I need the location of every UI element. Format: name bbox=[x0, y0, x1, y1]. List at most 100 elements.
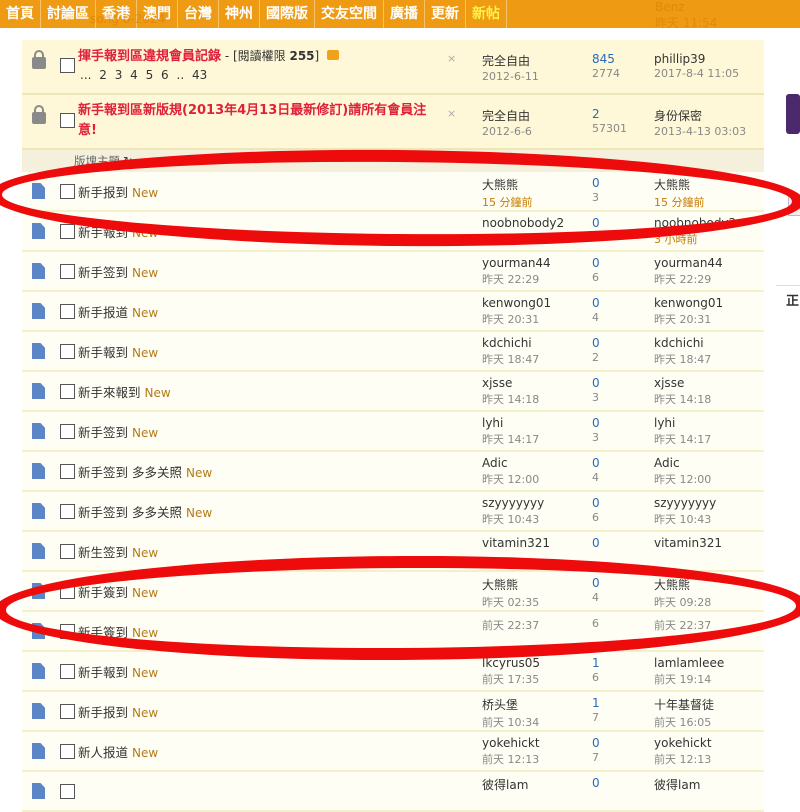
thread-row[interactable]: 新手來報到 New xjsse 昨天 14:18 0 3 xjsse 昨天 14:18 bbox=[22, 372, 764, 412]
thread-author[interactable]: szyyyyyyy 昨天 10:43 bbox=[482, 496, 544, 527]
thread-checkbox[interactable] bbox=[60, 664, 75, 679]
last-post[interactable]: lyhi 昨天 14:17 bbox=[654, 416, 711, 447]
thread-checkbox[interactable] bbox=[60, 744, 75, 759]
last-post[interactable]: phillip39 2017-8-4 11:05 bbox=[654, 52, 739, 80]
thread-author[interactable]: lyhi 昨天 14:17 bbox=[482, 416, 539, 447]
thread-title[interactable]: 新手签到 多多关照 New bbox=[78, 462, 212, 481]
last-post[interactable]: noobnobody2 3 小時前 bbox=[654, 216, 736, 247]
thread-checkbox[interactable] bbox=[60, 224, 75, 239]
nav-taiwan[interactable]: 台灣 bbox=[178, 0, 219, 28]
thread-title[interactable]: 新手報到區新版規(2013年4月13日最新修訂)請所有會員注意! bbox=[78, 101, 438, 141]
thread-title[interactable]: 新人报道 New bbox=[78, 742, 158, 761]
thread-title[interactable]: 新手签到 New bbox=[78, 422, 158, 441]
thread-checkbox[interactable] bbox=[60, 784, 75, 799]
last-post[interactable]: szyyyyyyy 昨天 10:43 bbox=[654, 496, 716, 527]
thread-title[interactable]: 新手報到 New bbox=[78, 222, 158, 241]
nav-international[interactable]: 國際版 bbox=[260, 0, 315, 28]
thread-row[interactable]: 新手报到 New 大熊熊 15 分鐘前 0 3 大熊熊 15 分鐘前 bbox=[22, 172, 764, 212]
thread-author[interactable]: vitamin321 bbox=[482, 536, 550, 551]
thread-checkbox[interactable] bbox=[60, 544, 75, 559]
thread-author[interactable]: 完全自由 2012-6-11 bbox=[482, 52, 539, 83]
nav-china[interactable]: 神州 bbox=[219, 0, 260, 28]
nav-home[interactable]: 首頁 bbox=[0, 0, 41, 28]
thread-row[interactable]: 新手签到 New yourman44 昨天 22:29 0 6 yourman44 昨天 22… bbox=[22, 252, 764, 292]
last-post[interactable]: 身份保密 2013-4-13 03:03 bbox=[654, 107, 746, 138]
thread-row[interactable]: 新人报道 New yokehickt 前天 12:13 0 7 yokehickt 前天 12… bbox=[22, 732, 764, 772]
last-post[interactable]: Adic 昨天 12:00 bbox=[654, 456, 711, 487]
sticky-thread[interactable]: 新手報到區新版規(2013年4月13日最新修訂)請所有會員注意! × 完全自由 2… bbox=[22, 95, 764, 150]
sticky-thread[interactable]: 揮手報到區違規會員記錄 - [閱讀權限 255] ... 2 3 4 5 6 .… bbox=[22, 40, 764, 95]
thread-author[interactable]: noobnobody2 3 小時前 bbox=[482, 216, 564, 247]
thread-checkbox[interactable] bbox=[60, 464, 75, 479]
last-post[interactable]: kenwong01 昨天 20:31 bbox=[654, 296, 723, 327]
thread-title[interactable]: 新手签到 New bbox=[78, 262, 158, 281]
thread-checkbox[interactable] bbox=[60, 424, 75, 439]
last-post[interactable]: 前天 22:37 bbox=[654, 616, 711, 633]
thread-author[interactable]: 完全自由 2012-6-6 bbox=[482, 107, 532, 138]
thread-title[interactable]: 新手报到 New bbox=[78, 182, 158, 201]
thread-author[interactable]: yokehickt 前天 12:13 bbox=[482, 736, 540, 767]
thread-author[interactable]: 大熊熊 15 分鐘前 bbox=[482, 176, 533, 210]
thread-row[interactable]: 新手簽到 New 大熊熊 昨天 02:35 0 4 大熊熊 昨天 09:28 bbox=[22, 572, 764, 612]
thread-author[interactable]: 桥头堡 前天 10:34 bbox=[482, 696, 539, 730]
last-post[interactable]: vitamin321 bbox=[654, 536, 722, 551]
thread-author[interactable]: yourman44 昨天 22:29 bbox=[482, 256, 551, 287]
thread-checkbox[interactable] bbox=[60, 113, 75, 128]
thread-author[interactable]: xjsse 昨天 14:18 bbox=[482, 376, 539, 407]
thread-title[interactable]: 揮手報到區違規會員記錄 - [閱讀權限 255] bbox=[78, 46, 438, 67]
thread-author[interactable]: 彼得lam bbox=[482, 776, 528, 794]
last-post[interactable]: 大熊熊 昨天 09:28 bbox=[654, 576, 711, 610]
thread-checkbox[interactable] bbox=[60, 264, 75, 279]
thread-title[interactable]: 新手簽到 New bbox=[78, 582, 158, 601]
close-icon[interactable]: × bbox=[447, 107, 456, 120]
nav-updates[interactable]: 更新 bbox=[425, 0, 466, 28]
thread-author[interactable]: Adic 昨天 12:00 bbox=[482, 456, 539, 487]
thread-checkbox[interactable] bbox=[60, 704, 75, 719]
last-post[interactable]: 十年基督徒 前天 16:05 bbox=[654, 696, 714, 730]
last-post[interactable]: xjsse 昨天 14:18 bbox=[654, 376, 711, 407]
thread-checkbox[interactable] bbox=[60, 584, 75, 599]
thread-row[interactable]: 新手签到 New lyhi 昨天 14:17 0 3 lyhi 昨天 14:17 bbox=[22, 412, 764, 452]
thread-title[interactable]: 新手报道 New bbox=[78, 302, 158, 321]
thread-title[interactable]: 新手報到 New bbox=[78, 662, 158, 681]
thread-row[interactable]: 彼得lam 0 彼得lam bbox=[22, 772, 764, 812]
side-banner[interactable] bbox=[786, 94, 800, 134]
thread-author[interactable]: kenwong01 昨天 20:31 bbox=[482, 296, 551, 327]
thread-author[interactable]: lkcyrus05 前天 17:35 bbox=[482, 656, 540, 687]
thread-row[interactable]: 新手報到 New noobnobody2 3 小時前 0 3 noobnobody2 3 小時… bbox=[22, 212, 764, 252]
thread-title[interactable]: 新手报到 New bbox=[78, 702, 158, 721]
thread-title[interactable]: 新手簽到 New bbox=[78, 622, 158, 641]
last-post[interactable]: kdchichi 昨天 18:47 bbox=[654, 336, 711, 367]
close-icon[interactable]: × bbox=[447, 52, 456, 65]
side-widget[interactable] bbox=[788, 196, 800, 216]
thread-title[interactable]: 新手報到 New bbox=[78, 342, 158, 361]
thread-title[interactable]: 新手签到 多多关照 New bbox=[78, 502, 212, 521]
thread-row[interactable]: 新手簽到 New 前天 22:37 6 前天 22:37 bbox=[22, 612, 764, 652]
thread-row[interactable]: 新手报道 New kenwong01 昨天 20:31 0 4 kenwong01 昨天 20… bbox=[22, 292, 764, 332]
thread-checkbox[interactable] bbox=[60, 344, 75, 359]
thread-row[interactable]: 新手签到 多多关照 New Adic 昨天 12:00 0 4 Adic 昨天 12:00 bbox=[22, 452, 764, 492]
thread-row[interactable]: 新手報到 New lkcyrus05 前天 17:35 1 6 lamlamleee 前天 1… bbox=[22, 652, 764, 692]
thread-row[interactable]: 新手報到 New kdchichi 昨天 18:47 0 2 kdchichi 昨天 18:4… bbox=[22, 332, 764, 372]
thread-author[interactable]: 前天 22:37 bbox=[482, 616, 539, 633]
thread-row[interactable]: 新手签到 多多关照 New szyyyyyyy 昨天 10:43 0 6 szyyyyyyy… bbox=[22, 492, 764, 532]
thread-row[interactable]: 新手报到 New 桥头堡 前天 10:34 1 7 十年基督徒 前天 16:05 bbox=[22, 692, 764, 732]
thread-author[interactable]: kdchichi 昨天 18:47 bbox=[482, 336, 539, 367]
nav-forum[interactable]: 討論區 bbox=[41, 0, 96, 28]
thread-title[interactable]: 新手來報到 New bbox=[78, 382, 171, 401]
last-post[interactable]: yokehickt 前天 12:13 bbox=[654, 736, 712, 767]
last-post[interactable]: lamlamleee 前天 19:14 bbox=[654, 656, 724, 687]
thread-checkbox[interactable] bbox=[60, 504, 75, 519]
thread-checkbox[interactable] bbox=[60, 624, 75, 639]
thread-row[interactable]: 新生签到 New vitamin321 0 vitamin321 bbox=[22, 532, 764, 572]
thread-checkbox[interactable] bbox=[60, 304, 75, 319]
thread-author[interactable]: 大熊熊 昨天 02:35 bbox=[482, 576, 539, 610]
nav-new-posts[interactable]: 新帖 bbox=[466, 0, 507, 28]
thread-title[interactable]: 新生签到 New bbox=[78, 542, 158, 561]
refresh-icon[interactable]: ↻ bbox=[123, 154, 133, 168]
nav-social[interactable]: 交友空間 bbox=[315, 0, 384, 28]
last-post[interactable]: yourman44 昨天 22:29 bbox=[654, 256, 723, 287]
last-post[interactable]: 彼得lam bbox=[654, 776, 700, 794]
last-post[interactable]: 大熊熊 15 分鐘前 bbox=[654, 176, 705, 210]
page-links[interactable]: ... 2 3 4 5 6 .. 43 bbox=[80, 68, 207, 82]
